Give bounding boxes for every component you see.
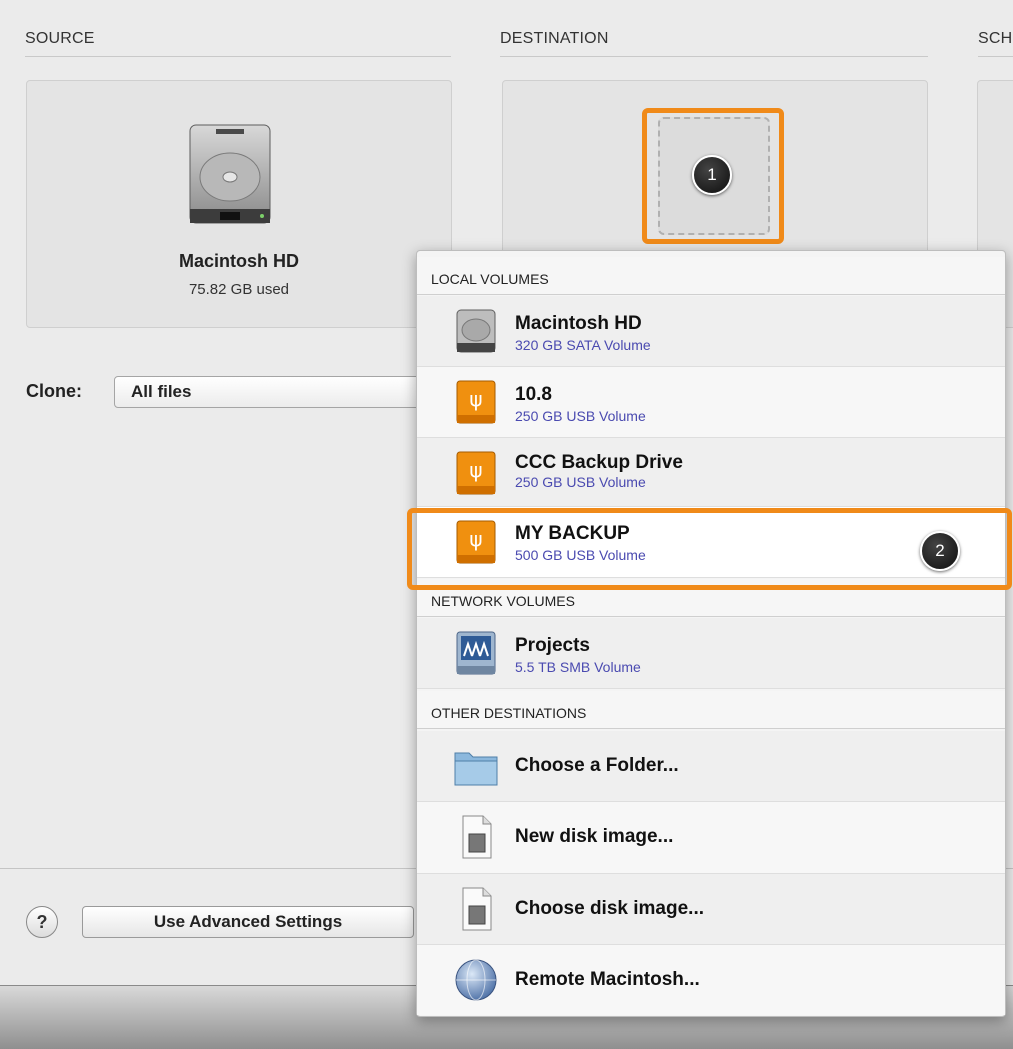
other-destinations-header: OTHER DESTINATIONS [417, 691, 1005, 729]
advanced-settings-button[interactable]: Use Advanced Settings [82, 906, 414, 938]
hard-drive-icon [456, 309, 496, 353]
hard-drive-icon [189, 124, 271, 224]
menu-item-detail: 250 GB USB Volume [515, 408, 646, 424]
svg-text:ψ: ψ [469, 387, 482, 411]
svg-text:ψ: ψ [469, 458, 482, 482]
source-divider [25, 56, 451, 57]
menu-item-detail: 5.5 TB SMB Volume [515, 659, 641, 675]
menu-item-remote-macintosh[interactable]: Remote Macintosh... [417, 945, 1005, 1015]
source-volume-used: 75.82 GB used [188, 281, 290, 298]
network-drive-icon [456, 631, 496, 675]
folder-icon [454, 752, 498, 786]
menu-item-ccc-backup-drive[interactable]: ψ CCC Backup Drive 250 GB USB Volume [417, 438, 1005, 507]
clone-label: Clone: [26, 381, 82, 401]
menu-item-label: Choose disk image... [515, 898, 704, 919]
menu-item-choose-folder[interactable]: Choose a Folder... [417, 731, 1005, 802]
menu-item-detail: 250 GB USB Volume [515, 474, 646, 490]
menu-item-detail: 320 GB SATA Volume [515, 337, 651, 353]
step-two-badge: 2 [920, 531, 960, 571]
usb-drive-icon: ψ [456, 451, 496, 495]
destination-section-label: DESTINATION [500, 30, 609, 47]
schedule-divider [978, 56, 1013, 57]
menu-item-name: CCC Backup Drive [515, 452, 683, 473]
network-globe-icon [455, 959, 497, 1001]
menu-item-name: 10.8 [515, 384, 552, 405]
destination-menu: LOCAL VOLUMES Macintosh HD 320 GB SATA V… [416, 250, 1006, 1017]
local-volumes-header: LOCAL VOLUMES [417, 257, 1005, 295]
menu-item-new-disk-image[interactable]: New disk image... [417, 802, 1005, 874]
step-one-badge: 1 [692, 155, 732, 195]
usb-drive-icon: ψ [456, 380, 496, 424]
disk-image-icon [462, 815, 492, 859]
menu-item-choose-disk-image[interactable]: Choose disk image... [417, 874, 1005, 945]
schedule-section-label: SCH [978, 30, 1013, 47]
menu-item-macintosh-hd[interactable]: Macintosh HD 320 GB SATA Volume [417, 296, 1005, 367]
source-section-label: SOURCE [25, 30, 95, 47]
help-button[interactable]: ? [26, 906, 58, 938]
menu-item-name: Macintosh HD [515, 313, 642, 334]
disk-image-icon [462, 887, 492, 931]
clone-select[interactable]: All files [114, 376, 424, 408]
source-panel[interactable]: Macintosh HD 75.82 GB used [26, 80, 452, 328]
source-volume-name: Macintosh HD [178, 251, 299, 271]
menu-item-label: Choose a Folder... [515, 755, 679, 776]
menu-item-projects[interactable]: Projects 5.5 TB SMB Volume [417, 618, 1005, 689]
destination-divider [500, 56, 928, 57]
menu-item-name: Projects [515, 635, 590, 656]
menu-item-label: New disk image... [515, 826, 674, 847]
menu-item-10-8[interactable]: ψ 10.8 250 GB USB Volume [417, 367, 1005, 438]
menu-item-label: Remote Macintosh... [515, 969, 700, 990]
